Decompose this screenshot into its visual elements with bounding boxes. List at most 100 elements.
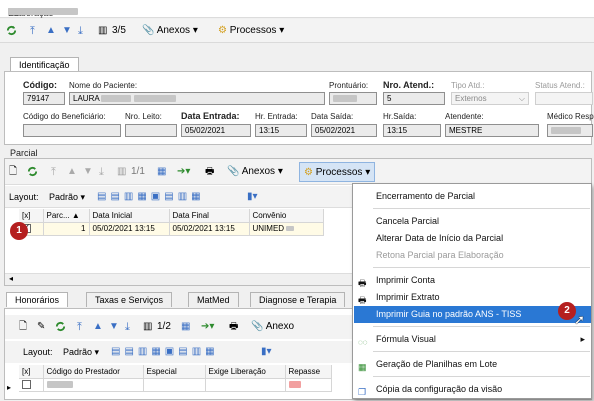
parcial-processos-button[interactable]: ⚙ Processos ▾ [299,162,376,182]
menu-item-alterar-data-inicio[interactable]: Alterar Data de Início da Parcial [354,230,591,247]
data-saida-field[interactable]: 05/02/2021 [311,124,377,137]
column-header-exige-liberacao[interactable]: Exige Liberação [205,365,286,379]
table-row[interactable] [19,378,332,392]
next-record-icon[interactable]: ▼ [83,164,93,180]
column-header-data-final[interactable]: Data Final [169,209,250,223]
new-document-icon[interactable]: 🗋 [19,319,27,335]
atendente-label: Atendente: [445,112,484,121]
status-atend-select[interactable] [535,92,593,105]
previous-record-icon[interactable]: ▲ [67,164,77,180]
column-header-especial[interactable]: Especial [143,365,206,379]
layout-tools-icons[interactable]: ▤▤▥▦▣▤▥▦ [97,189,205,205]
codigo-field[interactable]: 79147 [23,92,65,105]
anexos-button[interactable]: 📎 Anexos ▾ [142,23,198,39]
parcial-anexos-button[interactable]: 📎 Anexos ▾ [227,164,283,180]
tab-matmed[interactable]: MatMed [188,292,239,307]
chart-icon[interactable]: ▮▾ [247,189,258,205]
nome-label: Nome do Paciente: [69,81,138,90]
menu-item-imprimir-guia-tiss[interactable]: Imprimir Guia no padrão ANS - TISS [354,306,591,323]
calendar-icon[interactable]: ▦ [157,164,166,180]
menu-item-encerramento-parcial[interactable]: Encerramento de Parcial [354,188,591,205]
cell-repasse [285,378,332,392]
column-header-repasse[interactable]: Repasse [285,365,332,379]
print-icon[interactable]: 🖶 [229,319,238,335]
atendente-field[interactable]: MESTRE [445,124,539,137]
search-records-icon[interactable]: ▥ [98,23,107,39]
hr-entrada-label: Hr. Entrada: [255,112,298,121]
main-toolbar: ⤒ ▲ ▼ ⤓ ▥ 3/5 📎 Anexos ▾ ⚙ Processos ▾ [0,19,594,43]
menu-item-imprimir-conta[interactable]: 🖶 Imprimir Conta [354,272,591,289]
tab-identificacao[interactable]: Identificação [10,57,79,72]
edit-icon[interactable]: ✎ [37,319,45,335]
refresh-icon[interactable] [27,164,38,180]
paperclip-icon: 📎 [251,321,264,332]
menu-item-retona-parcial[interactable]: Retona Parcial para Elaboração [354,247,591,264]
search-records-icon[interactable]: ▥ [143,319,152,335]
next-record-icon[interactable]: ▼ [109,319,119,335]
table-row[interactable]: 1 05/02/2021 13:15 05/02/2021 13:15 UNIM… [19,222,324,236]
first-record-icon[interactable]: ⤒ [30,23,35,39]
hr-saida-field[interactable]: 13:15 [383,124,441,137]
last-record-icon[interactable]: ⤓ [125,319,130,335]
paperclip-icon: 📎 [227,166,240,177]
column-header-convenio[interactable]: Convênio [249,209,324,223]
refresh-icon[interactable] [6,23,17,39]
cell-especial [143,378,206,392]
layout-padrao-dropdown[interactable]: Padrão ▾ [49,189,85,205]
nro-leito-field[interactable] [125,124,177,137]
menu-item-copia-configuracao[interactable]: ❐ Cópia da configuração da visão [354,381,591,398]
data-entrada-field[interactable]: 05/02/2021 [181,124,251,137]
hr-entrada-field[interactable]: 13:15 [255,124,307,137]
tipo-atd-select[interactable]: Externos ⌵ [451,92,529,105]
formula-icon: ◌◌ [358,338,368,347]
layout-tools-icons[interactable]: ▤▤▥▦▣▤▥▦ [111,344,219,360]
column-header-codigo-prestador[interactable]: Código do Prestador [43,365,144,379]
status-atend-label: Status Atend.: [535,81,585,90]
tab-diagnose-terapia[interactable]: Diagnose e Terapia [250,292,346,307]
tab-honorarios[interactable]: Honorários [6,292,69,307]
paperclip-icon: 📎 [142,25,155,36]
row-checkbox[interactable] [19,378,44,392]
menu-item-cancela-parcial[interactable]: Cancela Parcial [354,213,591,230]
medico-resp-field[interactable] [547,124,593,137]
copy-icon: ❐ [358,387,367,397]
next-record-icon[interactable]: ▼ [62,23,72,39]
export-icon[interactable]: ➔▾ [201,319,214,335]
tab-taxas-servicos[interactable]: Taxas e Serviços [86,292,173,307]
search-records-icon[interactable]: ▥ [117,164,126,180]
prontuario-label: Prontuário: [329,81,369,90]
menu-item-imprimir-extrato[interactable]: 🖶 Imprimir Extrato [354,289,591,306]
previous-record-icon[interactable]: ▲ [93,319,103,335]
scroll-left-icon[interactable]: ◂ [9,274,13,283]
cell-data-inicial: 05/02/2021 13:15 [89,222,170,236]
prontuario-field[interactable] [329,92,377,105]
chart-icon[interactable]: ▮▾ [261,344,272,360]
last-record-icon[interactable]: ⤓ [78,23,83,39]
refresh-icon[interactable] [55,319,66,335]
menu-item-formula-visual[interactable]: ◌◌ Fórmula Visual ▸ [354,331,591,348]
bottom-anexos-button[interactable]: 📎 Anexo [251,319,294,335]
column-header-check[interactable]: [x] [19,365,44,379]
column-header-data-inicial[interactable]: Data Inicial [89,209,170,223]
first-record-icon[interactable]: ⤒ [51,164,56,180]
print-icon[interactable]: 🖶 [205,164,214,180]
calendar-icon[interactable]: ▦ [181,319,190,335]
menu-separator [373,326,590,327]
last-record-icon[interactable]: ⤓ [99,164,104,180]
data-entrada-label: Data Entrada: [181,111,240,121]
menu-item-geracao-planilhas[interactable]: ▦ Geração de Planilhas em Lote [354,356,591,373]
column-header-parc[interactable]: Parc... ▲ [43,209,90,223]
first-record-icon[interactable]: ⤒ [77,319,82,335]
column-header-check[interactable]: [x] [19,209,44,223]
parcial-record-count: 1/1 [131,166,145,177]
cod-beneficiario-field[interactable] [23,124,121,137]
processos-button[interactable]: ⚙ Processos ▾ [218,23,284,39]
export-icon[interactable]: ➔▾ [177,164,190,180]
previous-record-icon[interactable]: ▲ [46,23,56,39]
nome-field[interactable]: LAURA [69,92,325,105]
menu-separator [373,267,590,268]
new-document-icon[interactable]: 🗋 [9,164,17,180]
menu-separator [373,208,590,209]
layout-padrao-dropdown[interactable]: Padrão ▾ [63,344,99,360]
nro-atend-field[interactable]: 5 [383,92,445,105]
